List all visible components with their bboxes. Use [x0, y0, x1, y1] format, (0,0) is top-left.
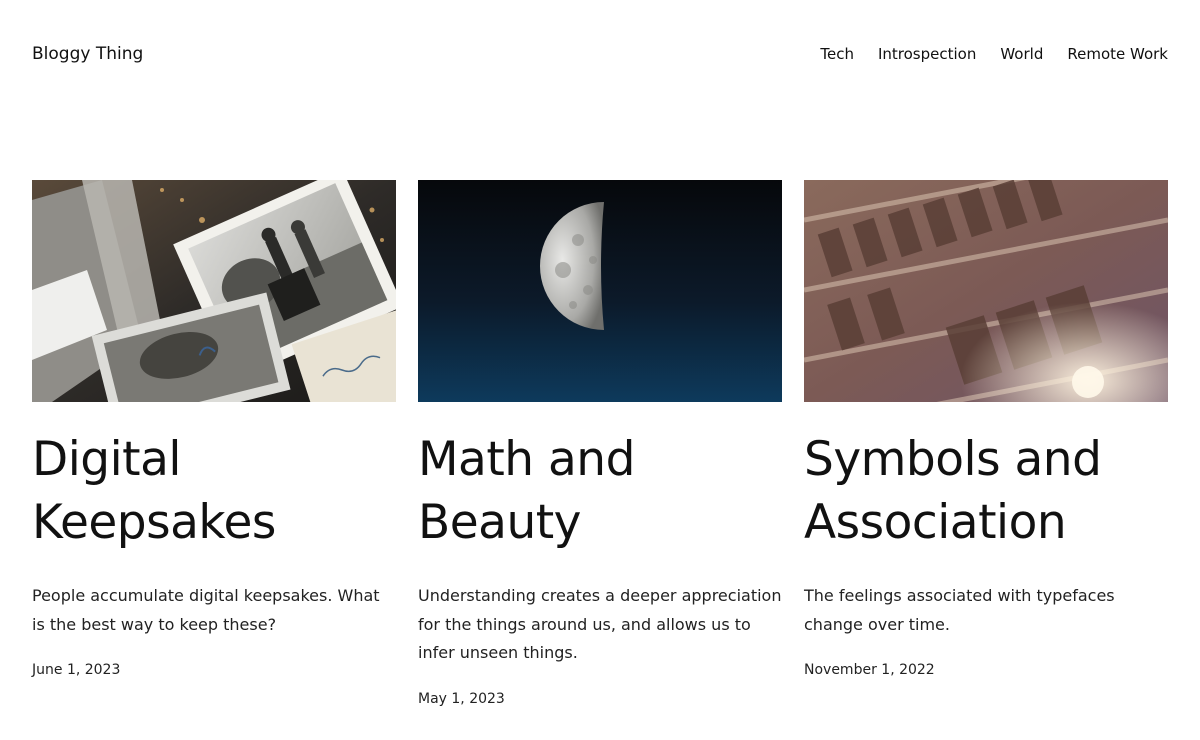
post-thumbnail-link[interactable]: [804, 180, 1168, 402]
post-title-line: Beauty: [418, 495, 582, 550]
post-excerpt: The feelings associated with typefaces c…: [804, 586, 1115, 634]
post-thumbnail-link[interactable]: [32, 180, 396, 402]
old-photographs-image: [32, 180, 396, 402]
nav-item-remote-work[interactable]: Remote Work: [1067, 45, 1168, 63]
site-title-link[interactable]: Bloggy Thing: [32, 44, 143, 64]
post-card: Digital Keepsakes People accumulate digit…: [32, 180, 396, 707]
post-card: Math and Beauty Understanding creates a d…: [418, 180, 782, 707]
post-title-line: Digital: [32, 432, 181, 487]
main-nav: Tech Introspection World Remote Work: [820, 45, 1168, 63]
post-date: November 1, 2022: [804, 662, 935, 678]
post-title-line: Symbols and: [804, 432, 1102, 487]
half-moon-image: [418, 180, 782, 402]
post-card: Symbols and Association The feelings asso…: [804, 180, 1168, 707]
post-title-link[interactable]: Math and Beauty: [418, 432, 635, 550]
post-title-link[interactable]: Symbols and Association: [804, 432, 1102, 550]
post-thumbnail-link[interactable]: [418, 180, 782, 402]
nav-item-world[interactable]: World: [1000, 45, 1043, 63]
letterpress-type-image: [804, 180, 1168, 402]
post-grid: Digital Keepsakes People accumulate digit…: [32, 180, 1168, 707]
post-title: Digital Keepsakes: [32, 428, 396, 554]
post-title-link[interactable]: Digital Keepsakes: [32, 432, 276, 550]
post-excerpt: People accumulate digital keepsakes. Wha…: [32, 586, 380, 634]
post-title: Symbols and Association: [804, 428, 1168, 554]
site-header: Bloggy Thing Tech Introspection World Re…: [32, 40, 1168, 68]
nav-item-introspection[interactable]: Introspection: [878, 45, 976, 63]
post-date: May 1, 2023: [418, 690, 505, 707]
post-title-line: Math and: [418, 432, 635, 487]
post-title: Math and Beauty: [418, 428, 782, 554]
post-date: June 1, 2023: [32, 662, 121, 678]
post-excerpt: Understanding creates a deeper appreciat…: [418, 586, 782, 662]
nav-item-tech[interactable]: Tech: [820, 45, 854, 63]
post-title-line: Keepsakes: [32, 495, 276, 550]
post-title-line: Association: [804, 495, 1067, 550]
